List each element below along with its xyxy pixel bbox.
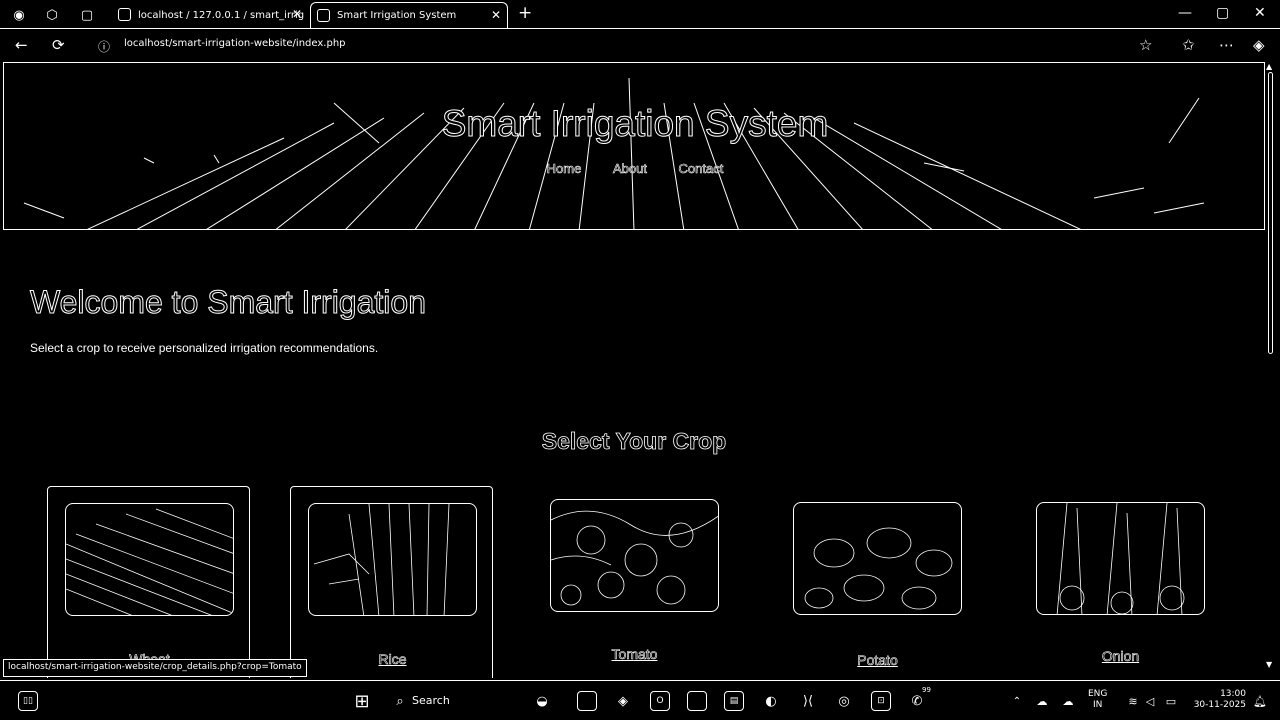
- scroll-down-icon[interactable]: ▼: [1266, 660, 1272, 669]
- windows-taskbar: ▯▯ ⊞ ⌕ Search ◒ ◈ O ▤ ◐ ⟩⟨ ◎ ⊡ ✆ 99 ⌃ ☁ …: [0, 680, 1280, 720]
- scroll-thumb[interactable]: [1268, 72, 1273, 354]
- crop-card-onion[interactable]: Onion: [1019, 486, 1222, 678]
- crop-card-rice[interactable]: Rice: [290, 486, 493, 678]
- search-icon[interactable]: ⌕: [390, 691, 410, 711]
- spotify-icon[interactable]: ◎: [834, 691, 854, 711]
- clock[interactable]: 13:00 30-11-2025: [1190, 689, 1246, 711]
- refresh-icon[interactable]: ⟳: [52, 36, 65, 54]
- notepad-icon[interactable]: ▤: [724, 691, 744, 711]
- crop-card-tomato[interactable]: Tomato: [533, 486, 736, 678]
- welcome-heading: Welcome to Smart Irrigation: [30, 284, 427, 321]
- taskbar-search[interactable]: Search: [412, 694, 450, 707]
- workspaces-icon[interactable]: ⬡: [42, 5, 62, 25]
- nav-contact-link[interactable]: Contact: [678, 161, 723, 177]
- page-scrollbar[interactable]: ▲ ▼: [1266, 62, 1276, 678]
- new-tab-icon[interactable]: +: [518, 3, 532, 23]
- edge-icon[interactable]: ◐: [761, 691, 781, 711]
- language-top: ENG: [1088, 689, 1108, 699]
- site-title: Smart Irrigation System: [441, 103, 829, 145]
- nav-about-link[interactable]: About: [613, 161, 648, 177]
- potato-image: [793, 502, 962, 615]
- maximize-icon[interactable]: ▢: [1216, 5, 1229, 21]
- back-icon[interactable]: ←: [15, 36, 28, 54]
- field-background-image: [23, 77, 1205, 229]
- bowl-app-icon[interactable]: ◒: [532, 691, 552, 711]
- main-nav: Home About Contact: [4, 161, 1264, 177]
- hero-banner: Smart Irrigation System Home About Conta…: [3, 62, 1265, 230]
- tab-bar: ◉ ⬡ ▢ localhost / 127.0.0.1 / smart_irri…: [0, 0, 1280, 29]
- site-info-icon[interactable]: ⓘ: [98, 38, 110, 55]
- profile-icon[interactable]: ◉: [9, 5, 29, 25]
- nav-home-link[interactable]: Home: [546, 161, 581, 177]
- favorite-star-icon[interactable]: ☆: [1139, 36, 1152, 54]
- crop-name-link[interactable]: Potato: [776, 652, 979, 669]
- onion-image: [1036, 502, 1205, 615]
- language-bottom: IN: [1093, 700, 1103, 710]
- clock-date: 30-11-2025: [1193, 700, 1246, 710]
- tab-smart-irrigation[interactable]: Smart Irrigation System ✕: [310, 2, 508, 28]
- welcome-subtitle: Select a crop to receive personalized ir…: [30, 341, 379, 355]
- scroll-up-icon[interactable]: ▲: [1266, 62, 1272, 71]
- close-tab-icon[interactable]: ✕: [292, 7, 302, 21]
- copilot-icon[interactable]: ◈: [1253, 36, 1265, 54]
- crop-name-link[interactable]: Rice: [291, 651, 494, 668]
- file-explorer-icon[interactable]: [687, 691, 707, 711]
- close-tab-icon[interactable]: ✕: [491, 8, 501, 22]
- wheat-image: [65, 503, 234, 616]
- notification-bell-icon[interactable]: 🔔︎: [1250, 691, 1270, 711]
- tab-actions-icon[interactable]: ▢: [77, 5, 97, 25]
- url-field[interactable]: localhost/smart-irrigation-website/index…: [124, 38, 346, 49]
- notification-badge: 99: [922, 686, 931, 694]
- office-icon[interactable]: O: [650, 691, 670, 711]
- widgets-icon[interactable]: ▯▯: [18, 691, 38, 711]
- tab-label: Smart Irrigation System: [337, 10, 457, 21]
- language-indicator[interactable]: ENG IN: [1088, 689, 1107, 711]
- xampp-icon[interactable]: ⊡: [871, 691, 891, 711]
- crop-card-potato[interactable]: Potato: [776, 486, 979, 678]
- crop-name-link[interactable]: Tomato: [533, 646, 736, 663]
- rice-image: [308, 503, 477, 616]
- start-icon[interactable]: ⊞: [352, 691, 372, 712]
- crop-card-wheat[interactable]: Wheat: [47, 486, 250, 678]
- crop-section-title: Select Your Crop: [541, 428, 727, 455]
- tomato-image: [550, 499, 719, 612]
- tab-label: localhost / 127.0.0.1 / smart_irrig: [138, 9, 305, 21]
- tab-phpmyadmin[interactable]: localhost / 127.0.0.1 / smart_irrig ✕: [112, 2, 308, 28]
- more-menu-icon[interactable]: ⋯: [1219, 36, 1234, 54]
- crop-name-link[interactable]: Onion: [1019, 648, 1222, 665]
- volume-icon[interactable]: ◁: [1140, 691, 1160, 711]
- address-bar: ← ⟳ ⓘ localhost/smart-irrigation-website…: [0, 30, 1280, 60]
- tray-overflow-icon[interactable]: ⌃: [1007, 691, 1027, 711]
- page-viewport: Smart Irrigation System Home About Conta…: [3, 62, 1265, 678]
- tray-cloud-icon[interactable]: ☁: [1032, 691, 1052, 711]
- onedrive-icon[interactable]: ☁: [1058, 691, 1078, 711]
- clock-time: 13:00: [1220, 689, 1246, 699]
- vscode-icon[interactable]: ⟩⟨: [798, 691, 818, 711]
- task-view-icon[interactable]: [577, 691, 597, 711]
- battery-icon[interactable]: ▭: [1161, 691, 1181, 711]
- phpmyadmin-favicon-icon: [118, 8, 131, 21]
- page-favicon-icon: [317, 9, 330, 22]
- link-status-bar: localhost/smart-irrigation-website/crop_…: [3, 659, 307, 677]
- minimize-icon[interactable]: —: [1178, 5, 1192, 21]
- favorites-icon[interactable]: ✩: [1182, 36, 1195, 54]
- close-window-icon[interactable]: ✕: [1254, 5, 1266, 21]
- copilot-app-icon[interactable]: ◈: [613, 691, 633, 711]
